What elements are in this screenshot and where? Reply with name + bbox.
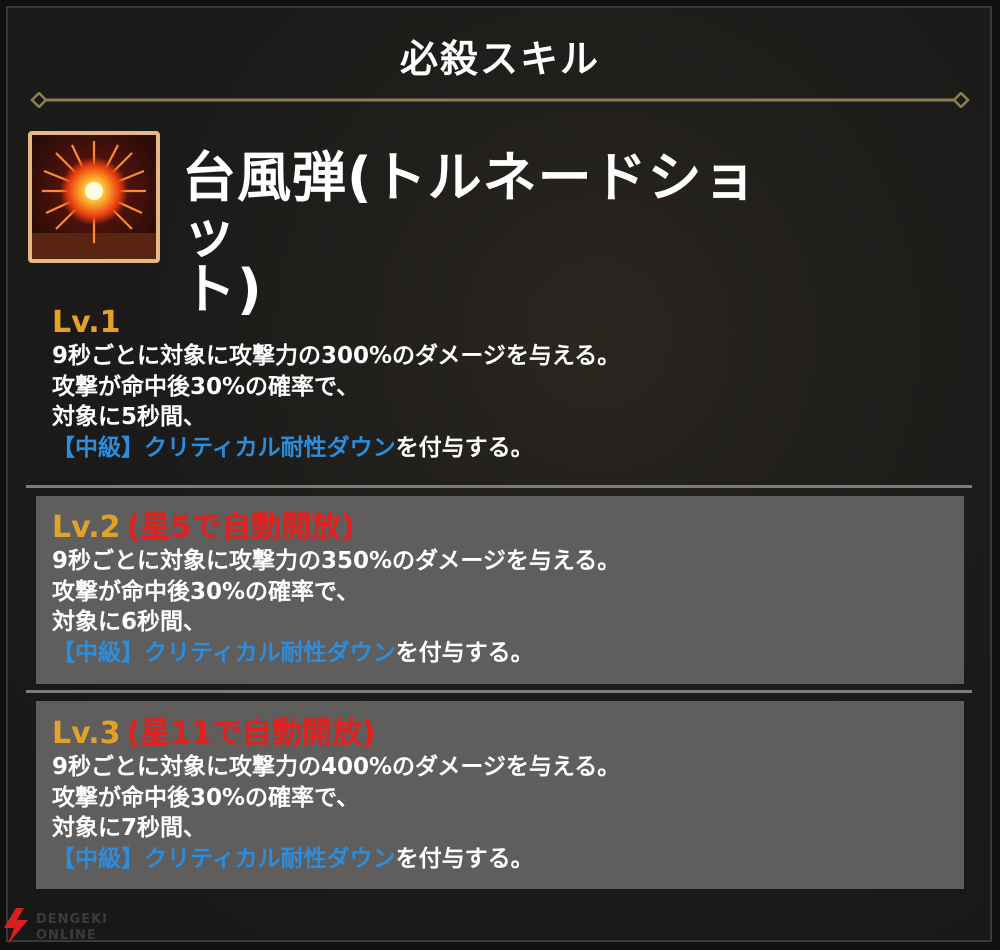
level-1-title: Lv.1 (52, 305, 952, 341)
level-2-block: Lv.2 (星5で自動開放) 9秒ごとに対象に攻撃力の350%のダメージを与える。… (52, 510, 952, 668)
watermark-logo: DENGEKI ONLINE (0, 906, 140, 946)
level-3-line-1: 9秒ごとに対象に攻撃力の400%のダメージを与える。 (52, 754, 621, 780)
level-1-line-1: 9秒ごとに対象に攻撃力の300%のダメージを与える。 (52, 343, 621, 369)
level-2-effect-link[interactable]: 【中級】クリティカル耐性ダウン (52, 640, 396, 666)
explosion-icon (32, 135, 156, 259)
skill-icon-frame[interactable] (28, 131, 160, 263)
level-3-block: Lv.3 (星11で自動開放) 9秒ごとに対象に攻撃力の400%のダメージを与える… (52, 716, 952, 874)
watermark-line2: ONLINE (36, 928, 97, 943)
title-divider (30, 92, 970, 108)
watermark-line1: DENGEKI (36, 912, 109, 927)
level-3-label: Lv.3 (52, 716, 121, 751)
level-divider-2 (26, 690, 972, 693)
level-3-line-2: 攻撃が命中後30%の確率で、 (52, 784, 360, 811)
page-title: 必殺スキル (399, 37, 600, 81)
level-1-effect-suffix: を付与する。 (395, 434, 534, 461)
level-3-unlock: (星11で自動開放) (126, 716, 376, 751)
level-1-effect-link[interactable]: 【中級】クリティカル耐性ダウン (52, 435, 396, 461)
level-2-effect-suffix: を付与する。 (395, 639, 534, 666)
level-2-unlock: (星5で自動開放) (126, 510, 355, 545)
level-3-line-3: 対象に7秒間、 (52, 815, 207, 841)
level-2-line-2: 攻撃が命中後30%の確率で、 (52, 578, 360, 605)
lightning-icon (4, 908, 28, 944)
skill-name: 台風弾(トルネードショッ ト) (182, 150, 782, 318)
level-2-title: Lv.2 (星5で自動開放) (52, 510, 952, 546)
level-3-line-4: 【中級】クリティカル耐性ダウンを付与する。 (52, 844, 952, 875)
level-1-line-2: 攻撃が命中後30%の確率で、 (52, 373, 360, 400)
level-2-line-3: 対象に6秒間、 (52, 609, 207, 635)
level-3-effect-suffix: を付与する。 (395, 845, 534, 872)
level-3-title: Lv.3 (星11で自動開放) (52, 716, 952, 752)
level-2-line-4: 【中級】クリティカル耐性ダウンを付与する。 (52, 638, 952, 669)
level-divider-1 (26, 485, 972, 488)
level-1-line-3: 対象に5秒間、 (52, 404, 207, 430)
level-2-line-1: 9秒ごとに対象に攻撃力の350%のダメージを与える。 (52, 548, 621, 574)
level-3-effect-link[interactable]: 【中級】クリティカル耐性ダウン (52, 846, 396, 872)
level-1-line-4: 【中級】クリティカル耐性ダウンを付与する。 (52, 433, 952, 464)
level-1-block: Lv.1 9秒ごとに対象に攻撃力の300%のダメージを与える。 攻撃が命中後30… (52, 305, 952, 463)
skill-name-line1: 台風弾(トルネードショッ (182, 146, 758, 265)
level-2-label: Lv.2 (52, 510, 121, 545)
level-1-label: Lv.1 (52, 305, 121, 340)
